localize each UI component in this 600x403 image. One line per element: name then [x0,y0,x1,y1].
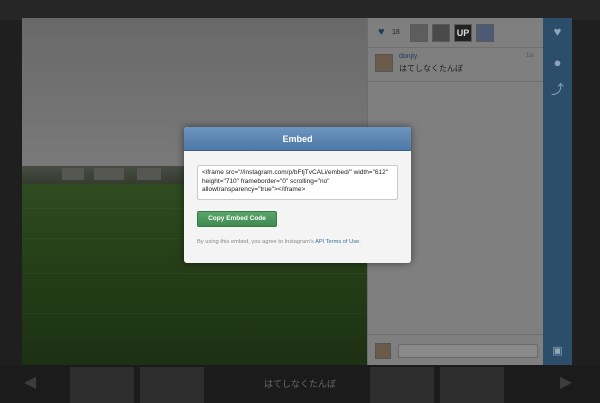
comment-input[interactable] [398,344,538,358]
embed-code-field[interactable]: <iframe src="//instagram.com/p/bFtjTvCAL… [197,165,398,200]
liker-avatar[interactable] [410,24,428,42]
modal-title: Embed [282,134,313,144]
terms-text: By using this embed, you agree to Instag… [197,239,361,245]
camera-icon[interactable]: ▣ [547,343,568,359]
top-filmstrip [0,0,600,20]
heart-icon[interactable]: ♥ [378,27,385,38]
comment-icon[interactable]: ● [547,55,568,71]
heart-icon[interactable]: ♥ [547,24,568,40]
avatar [375,343,391,359]
comment: donjiy はてしなくたんぼ 1w [368,48,544,82]
comment-time: 1w [526,53,534,59]
liker-avatar[interactable] [432,24,450,42]
api-terms-link[interactable]: API Terms of Use [315,239,359,245]
avatar[interactable] [375,54,393,72]
copy-embed-code-button[interactable]: Copy Embed Code [197,211,277,227]
share-icon[interactable]: ⤴ [547,82,568,98]
comment-username[interactable]: donjiy [399,53,417,60]
likes-bar: ♥ 18 UP [368,18,544,48]
comment-compose [368,334,544,365]
liker-avatar[interactable]: UP [454,24,472,42]
modal-header: Embed [184,127,411,151]
bottom-caption: はてしなくたんぼ [263,379,336,389]
liker-avatar[interactable] [476,24,494,42]
embed-modal: Embed <iframe src="//instagram.com/p/bFt… [184,127,411,263]
action-sidebar: ♥ ● ⤴ ▣ [543,18,572,365]
comment-text: はてしなくたんぼ [399,64,463,73]
likes-count: 18 [392,29,400,36]
